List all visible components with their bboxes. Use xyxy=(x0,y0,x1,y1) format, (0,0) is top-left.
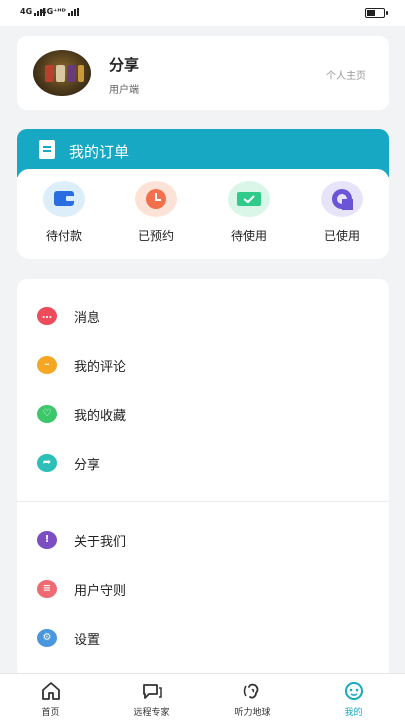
menu-item-label: 消息 xyxy=(74,311,101,326)
orders-title: 我的订单 xyxy=(69,143,130,161)
battery-icon xyxy=(365,8,388,18)
comment-icon: – xyxy=(37,356,57,374)
home-icon xyxy=(42,682,60,700)
menu-item-label: 我的收藏 xyxy=(74,409,127,424)
tab-home[interactable]: 首页 xyxy=(0,674,101,720)
menu-item-favorites[interactable]: ♡ 我的收藏 xyxy=(17,395,389,435)
menu-item-settings[interactable]: ⚙ 设置 xyxy=(17,619,389,659)
signal-indicator-2: 4G⁺ᴴᴰ xyxy=(41,7,79,16)
menu-item-share[interactable]: ➦ 分享 xyxy=(17,444,389,484)
status-bar: 4G 4G⁺ᴴᴰ xyxy=(0,0,405,26)
menu-item-messages[interactable]: … 消息 xyxy=(17,297,389,337)
tab-hearing-earth[interactable]: 听力地球 xyxy=(202,674,303,720)
menu-item-label: 我的评论 xyxy=(74,360,127,375)
profile-card[interactable]: 分享 用户端 个人主页 xyxy=(17,36,389,110)
username: 分享 xyxy=(109,56,140,74)
settings-icon: ⚙ xyxy=(37,629,57,647)
rules-icon: ≡ xyxy=(37,580,57,598)
ticket-icon xyxy=(228,181,270,217)
tab-remote-expert[interactable]: 远程专家 xyxy=(101,674,202,720)
menu-card: … 消息 – 我的评论 ♡ 我的收藏 ➦ 分享 ! 关于我们 ≡ 用户守则 ⚙ … xyxy=(17,279,389,679)
homepage-link[interactable]: 个人主页 xyxy=(326,67,366,82)
tab-mine[interactable]: 我的 xyxy=(303,674,404,720)
bottom-tab-bar: 首页 远程专家 听力地球 我的 xyxy=(0,673,405,720)
menu-divider xyxy=(17,501,389,502)
order-status-label: 已使用 xyxy=(323,229,360,243)
order-status-label: 待付款 xyxy=(45,229,82,243)
menu-item-label: 分享 xyxy=(74,458,101,473)
order-status-label: 待使用 xyxy=(230,229,267,243)
order-status-label: 已预约 xyxy=(137,229,174,243)
order-booked[interactable]: 已预约 xyxy=(121,181,191,251)
wallet-icon xyxy=(43,181,85,217)
user-type-label: 用户端 xyxy=(109,85,139,96)
network-label-1: 4G xyxy=(20,7,33,16)
menu-item-label: 设置 xyxy=(74,633,101,648)
menu-item-user-rules[interactable]: ≡ 用户守则 xyxy=(17,570,389,610)
done-icon xyxy=(321,181,363,217)
message-icon: … xyxy=(37,307,57,325)
order-to-use[interactable]: 待使用 xyxy=(214,181,284,251)
tab-label: 首页 xyxy=(41,708,60,718)
ear-icon xyxy=(243,683,259,699)
menu-item-label: 关于我们 xyxy=(74,535,127,550)
avatar[interactable] xyxy=(33,50,91,96)
menu-item-label: 用户守则 xyxy=(74,584,127,599)
signal-bars-icon xyxy=(67,7,79,16)
menu-item-my-comments[interactable]: – 我的评论 xyxy=(17,346,389,386)
info-icon: ! xyxy=(37,531,57,549)
profile-icon xyxy=(345,682,363,700)
share-icon: ➦ xyxy=(37,454,57,472)
clock-icon xyxy=(135,181,177,217)
document-icon xyxy=(39,140,55,159)
menu-item-about-us[interactable]: ! 关于我们 xyxy=(17,521,389,561)
tab-label: 远程专家 xyxy=(133,708,170,718)
heart-icon: ♡ xyxy=(37,405,57,423)
tab-label: 我的 xyxy=(344,708,363,718)
orders-status-row: 待付款 已预约 待使用 已使用 xyxy=(17,169,389,259)
tab-label: 听力地球 xyxy=(234,708,271,718)
network-label-2: 4G⁺ᴴᴰ xyxy=(41,7,66,16)
order-pending-payment[interactable]: 待付款 xyxy=(29,181,99,251)
chat-icon xyxy=(143,684,162,699)
order-used[interactable]: 已使用 xyxy=(307,181,377,251)
orders-card: 我的订单 待付款 已预约 待使用 已使用 xyxy=(17,129,389,259)
